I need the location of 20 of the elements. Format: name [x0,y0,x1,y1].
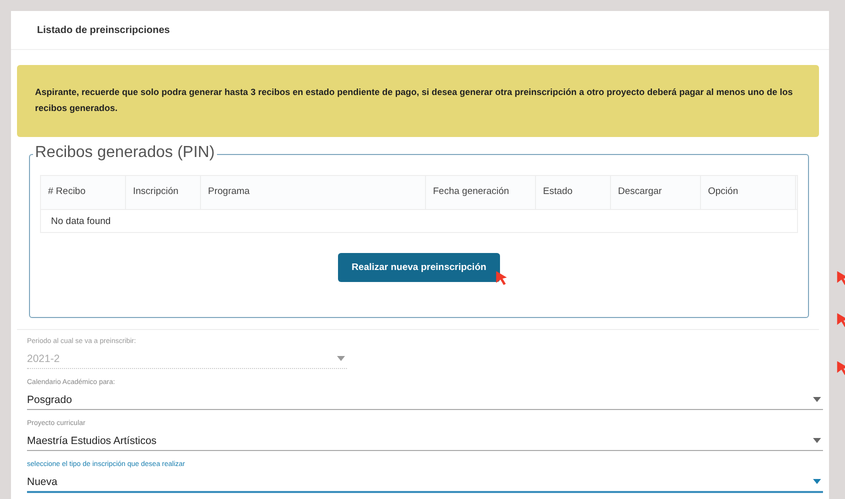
select-field[interactable]: Maestría Estudios Artísticos [27,431,823,451]
column-header: Opción [701,176,796,209]
empty-message: No data found [51,216,111,226]
select-field[interactable]: Nueva [27,472,823,493]
cursor-icon [495,270,508,285]
column-header: Descargar [611,176,701,209]
select-field[interactable]: Posgrado [27,390,823,410]
column-header: Inscripción [126,176,201,209]
panel-title: Listado de preinscripciones [37,24,170,36]
new-preinscription-button[interactable]: Realizar nueva preinscripción [338,253,500,282]
caret-icon [813,397,821,402]
column-header: # Recibo [41,176,126,209]
fieldset-legend: Recibos generados (PIN) [33,144,217,162]
caret-icon [337,356,345,361]
column-header: Fecha generación [426,176,536,209]
column-header: Programa [201,176,426,209]
column-header: Estado [536,176,611,209]
caret-icon [813,479,821,484]
warning-alert: Aspirante, recuerde que solo podra generar hasta 3 recibos en estado pendiente de pago, si desea generar otra preinscripción a otro proyecto deberá pagar al menos uno de los recibos generados. [17,65,819,137]
caret-icon [813,438,821,443]
